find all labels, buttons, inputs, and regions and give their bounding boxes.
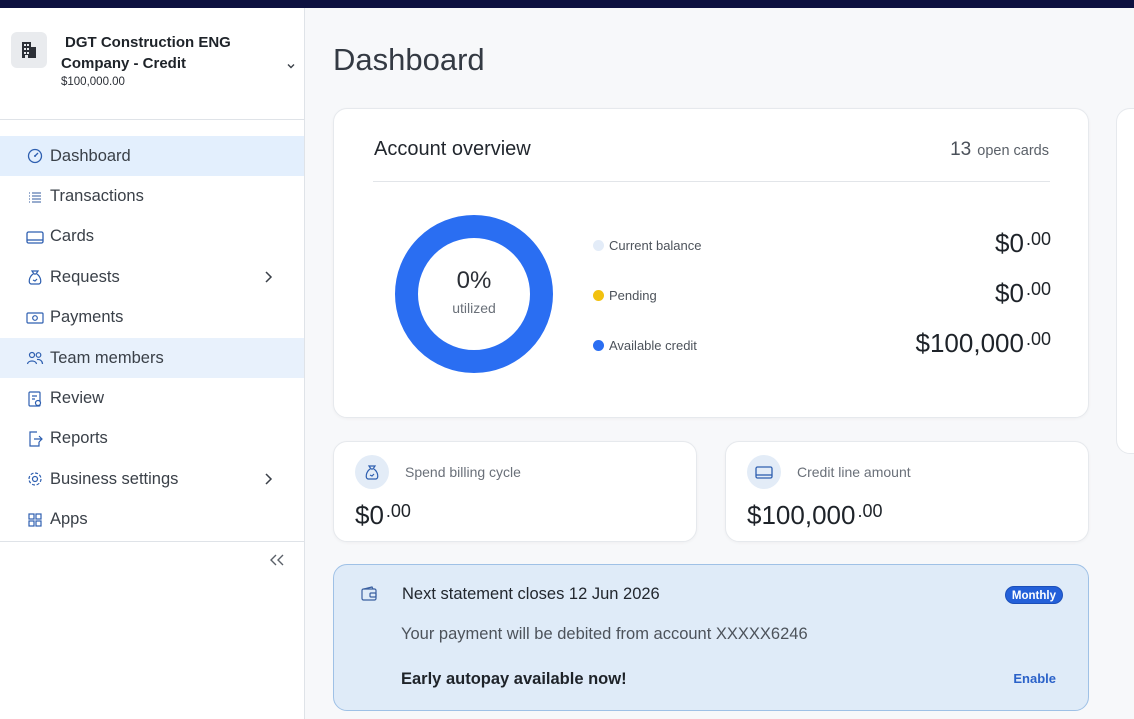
card-icon [747,455,781,489]
sidebar-item-review[interactable]: Review [0,378,304,418]
sidebar-item-payments[interactable]: Payments [0,298,304,338]
open-cards-count[interactable]: 13 open cards [950,139,1049,161]
page-title: Dashboard [333,42,485,77]
chevron-right-icon [265,473,273,485]
sidebar-item-label: Business settings [50,469,179,488]
organization-name-line1: DGT Construction ENG [65,34,231,51]
account-overview-title: Account overview [374,138,531,160]
organization-switcher[interactable]: DGT Construction ENG Company - Credit $1… [0,8,304,120]
sidebar-item-dashboard[interactable]: Dashboard [0,136,304,177]
utilized-percent: 0% [456,267,492,294]
card-icon [26,228,44,246]
overview-divider [373,181,1050,182]
legend-value: $0.00 [995,228,1051,259]
sidebar: DGT Construction ENG Company - Credit $1… [0,8,305,719]
legend-dot [593,290,604,301]
legend-value-dollars: $100,000 [915,328,1024,358]
spend-billing-cycle-card[interactable]: Spend billing cycle $0.00 [333,441,697,542]
sidebar-item-requests[interactable]: Requests [0,257,304,297]
sidebar-item-apps[interactable]: Apps [0,500,304,540]
legend-value: $0.00 [995,278,1051,309]
sidebar-item-cards[interactable]: Cards [0,217,304,257]
credit-line-amount-label: Credit line amount [797,464,911,480]
money-bag-icon [355,455,389,489]
legend-current-balance: Current balance $0.00 [593,228,1051,262]
legend-value-cents: .00 [1025,329,1051,349]
collapse-sidebar-icon[interactable] [268,552,286,568]
gauge-icon [26,147,44,165]
utilized-label: utilized [452,300,496,316]
sidebar-item-label: Dashboard [50,146,131,165]
legend-label: Pending [609,288,657,303]
building-icon [11,32,47,68]
chevron-down-icon [287,64,295,69]
gear-icon [26,470,44,488]
value-cents: .00 [857,501,883,521]
statement-debit-text: Your payment will be debited from accoun… [401,625,808,643]
legend-label: Current balance [609,238,702,253]
sidebar-item-label: Requests [50,267,120,286]
side-card-partial [1116,108,1134,454]
top-bar [0,0,1134,8]
legend-pending: Pending $0.00 [593,278,1051,312]
value-cents: .00 [385,501,411,521]
legend-value-cents: .00 [1025,279,1051,299]
sidebar-nav: Dashboard Transactions Cards Requests Pa… [0,136,304,540]
sidebar-item-label: Payments [50,308,124,327]
account-overview-card: Account overview 13 open cards 0% utiliz… [333,108,1089,418]
open-cards-label: open cards [977,143,1049,159]
list-icon [26,188,44,206]
organization-name-line2: Company - Credit [61,55,187,72]
sidebar-item-label: Cards [50,227,95,246]
legend-value-dollars: $0 [995,228,1024,258]
organization-credit-amount: $100,000.00 [61,76,125,88]
grid-icon [26,511,44,529]
sidebar-item-label: Team members [50,348,164,367]
sidebar-item-business-settings[interactable]: Business settings [0,459,304,499]
legend-dot [593,240,604,251]
sidebar-item-team-members[interactable]: Team members [0,337,304,379]
autopay-message: Early autopay available now! [401,670,627,688]
enable-autopay-link[interactable]: Enable [1013,671,1056,686]
sidebar-item-label: Review [50,389,105,408]
statement-banner: Next statement closes 12 Jun 2026 Monthl… [333,564,1089,711]
chevron-right-icon [265,271,273,283]
sidebar-item-reports[interactable]: Reports [0,419,304,459]
sidebar-item-label: Transactions [50,187,144,206]
credit-line-amount-card[interactable]: Credit line amount $100,000.00 [725,441,1089,542]
value-dollars: $0 [355,500,384,530]
banknote-icon [26,309,44,327]
sidebar-item-label: Reports [50,429,108,448]
statement-title: Next statement closes 12 Jun 2026 [402,585,660,603]
export-icon [26,430,44,448]
sidebar-divider [0,541,304,542]
credit-line-amount-value: $100,000.00 [747,500,882,531]
sidebar-item-label: Apps [50,510,88,529]
legend-value-cents: .00 [1025,229,1051,249]
clipboard-icon [26,390,44,408]
legend-value: $100,000.00 [916,328,1051,359]
legend-dot [593,340,604,351]
value-dollars: $100,000 [747,500,856,530]
legend-available-credit: Available credit $100,000.00 [593,328,1051,362]
billing-frequency-badge: Monthly [1004,586,1063,604]
sidebar-item-transactions[interactable]: Transactions [0,176,304,216]
legend-value-dollars: $0 [995,278,1024,308]
wallet-icon [361,586,377,601]
open-cards-number: 13 [950,139,972,160]
spend-billing-cycle-value: $0.00 [355,500,411,531]
spend-billing-cycle-label: Spend billing cycle [405,464,521,480]
money-bag-icon [26,268,44,286]
organization-name: DGT Construction ENG Company - Credit [61,32,261,74]
legend-label: Available credit [609,338,697,353]
people-icon [26,349,44,367]
